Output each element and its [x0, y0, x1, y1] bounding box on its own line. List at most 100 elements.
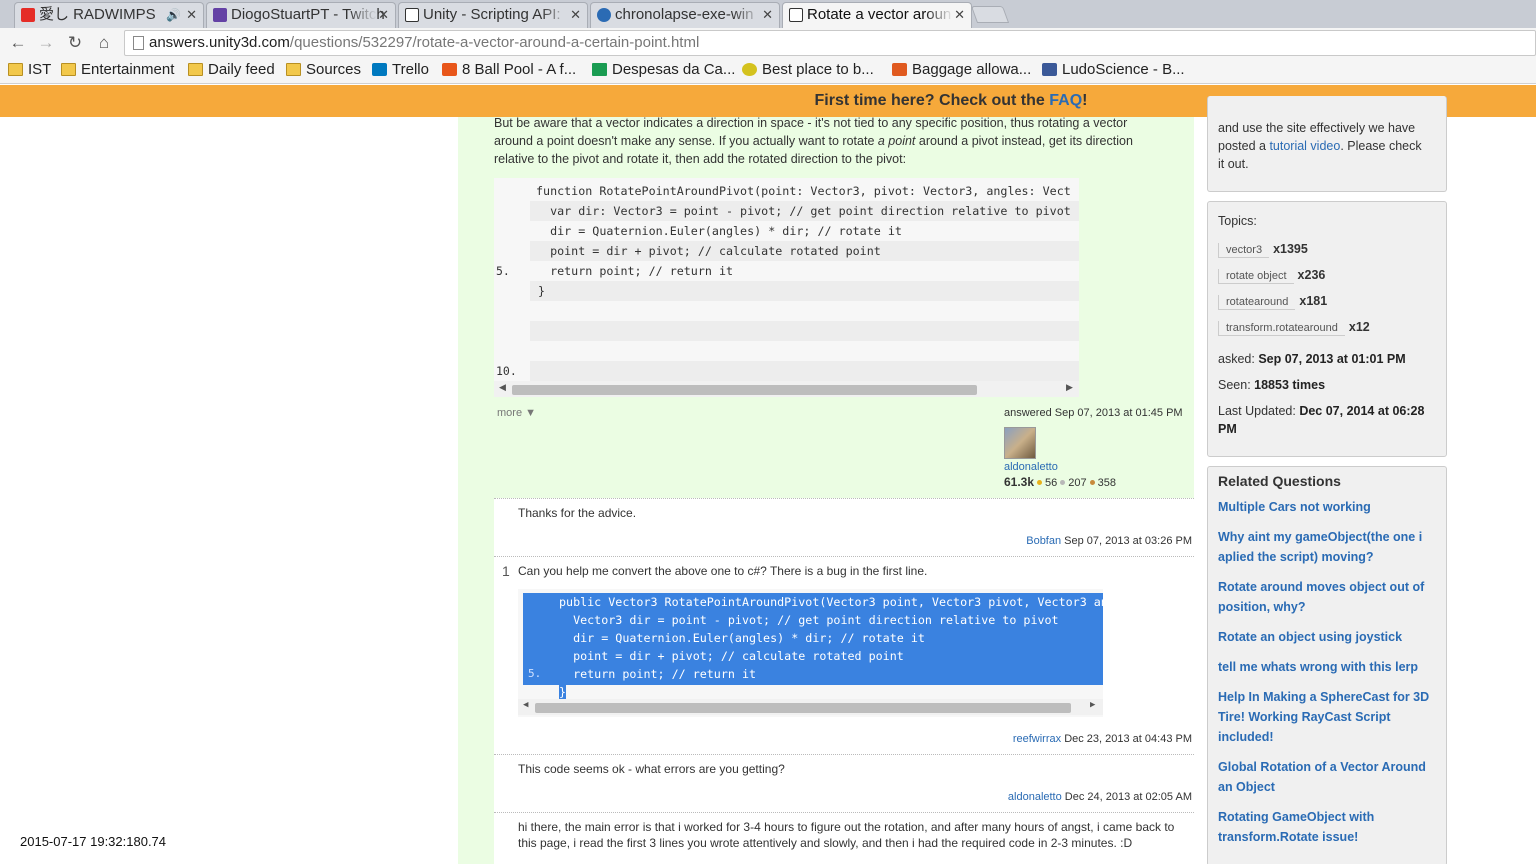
- tutorial-video-link[interactable]: tutorial video: [1269, 139, 1340, 153]
- related-question-link[interactable]: Why aint my gameObject(the one i aplied …: [1218, 527, 1440, 567]
- comment-user-link[interactable]: Bobfan: [1026, 535, 1061, 547]
- bookmark-daily-feed[interactable]: Daily feed: [188, 61, 275, 78]
- sidebar-welcome-box: and use the site effectively we have pos…: [1207, 96, 1447, 192]
- avatar[interactable]: [1004, 427, 1036, 459]
- bookmark-despesas[interactable]: Despesas da Ca...: [592, 61, 735, 78]
- bookmark-sources[interactable]: Sources: [286, 61, 361, 78]
- close-tab-icon[interactable]: ✕: [186, 3, 197, 27]
- sidebar-topics-box: Topics: vector3 x1395 rotate object x236 r…: [1207, 201, 1447, 457]
- youtube-icon: [21, 8, 35, 22]
- related-question-link[interactable]: Global Rotation of a Vector Around an Ob…: [1218, 757, 1440, 797]
- bookmark-best-place[interactable]: Best place to b...: [742, 61, 874, 78]
- address-bar[interactable]: answers.unity3d.com/questions/532297/rot…: [124, 30, 1536, 56]
- topic-row: transform.rotatearound x12: [1218, 320, 1370, 340]
- faq-link[interactable]: FAQ: [1049, 92, 1082, 109]
- code-line: }: [559, 685, 567, 699]
- answer-user-link[interactable]: aldonaletto: [1004, 461, 1058, 473]
- overlay-timestamp: 2015-07-17 19:32:180.74: [20, 834, 167, 849]
- tab-chronolapse[interactable]: chronolapse-exe-win ✕: [590, 2, 780, 28]
- topic-row: rotatearound x181: [1218, 294, 1327, 314]
- tab-rotate-vector[interactable]: Rotate a vector aroun ✕: [782, 2, 972, 28]
- twitch-icon: [213, 8, 227, 22]
- folder-icon: [286, 63, 301, 76]
- tab-unity-scripting[interactable]: Unity - Scripting API: ✕: [398, 2, 588, 28]
- comment-user-link[interactable]: reefwirrax: [1013, 733, 1061, 745]
- line-number: 5.: [496, 264, 510, 278]
- tab-radwimps[interactable]: 愛し RADWIMPS 🔊 ✕: [14, 2, 204, 28]
- code-line: dir = Quaternion.Euler(angles) * dir; //…: [559, 631, 925, 645]
- seen-info: Seen: 18853 times: [1218, 378, 1326, 392]
- code-block: 5. 10. function RotatePointAroundPivot(p…: [494, 178, 1079, 397]
- bronze-badge-icon: [1089, 480, 1095, 485]
- tag-vector3[interactable]: vector3: [1218, 243, 1270, 258]
- asked-info: asked: Sep 07, 2013 at 01:01 PM: [1218, 352, 1406, 366]
- answer-text: But be aware that a vector indicates a d…: [494, 116, 1133, 166]
- back-arrow-icon[interactable]: ←: [6, 31, 30, 55]
- related-question-link[interactable]: tell me whats wrong with this lerp: [1218, 657, 1440, 677]
- tab-strip: 愛し RADWIMPS 🔊 ✕ DiogoStuartPT - Twitch ✕…: [0, 0, 1536, 28]
- url-text[interactable]: answers.unity3d.com/questions/532297/rot…: [149, 34, 699, 51]
- tab-twitch[interactable]: DiogoStuartPT - Twitch ✕: [206, 2, 396, 28]
- answered-info: answered Sep 07, 2013 at 01:45 PM: [1004, 407, 1183, 419]
- sourceforge-icon: [597, 8, 611, 22]
- bookmark-baggage[interactable]: Baggage allowa...: [892, 61, 1031, 78]
- related-question-link[interactable]: Rotate around moves object out of positi…: [1218, 577, 1440, 617]
- comment-code-block: 5. public Vector3 RotatePointAroundPivot…: [518, 589, 1103, 717]
- close-tab-icon[interactable]: ✕: [378, 3, 389, 27]
- bookmark-entertainment[interactable]: Entertainment: [61, 61, 174, 78]
- tag-rotatearound[interactable]: rotatearound: [1218, 295, 1296, 310]
- forward-arrow-icon[interactable]: →: [34, 31, 58, 55]
- related-question-link[interactable]: Help In Making a SphereCast for 3D Tire!…: [1218, 687, 1440, 747]
- bookmark-8-ball-pool[interactable]: 8 Ball Pool - A f...: [442, 61, 576, 78]
- related-questions-box: Related Questions Multiple Cars not work…: [1207, 466, 1447, 864]
- smiley-icon: [742, 63, 757, 76]
- comments-list: Thanks for the advice. Bobfan Sep 07, 20…: [494, 498, 1194, 864]
- bookmarks-bar: IST Entertainment Daily feed Sources Tre…: [0, 58, 1536, 84]
- home-icon[interactable]: ⌂: [92, 31, 116, 55]
- last-updated-info: Last Updated: Dec 07, 2014 at 06:28 PM: [1218, 404, 1425, 436]
- folder-icon: [8, 63, 23, 76]
- related-question-link[interactable]: Rotating GameObject with transform.Rotat…: [1218, 807, 1440, 847]
- comment: Thanks for the advice. Bobfan Sep 07, 20…: [494, 498, 1194, 555]
- bookmark-ludoscience[interactable]: LudoScience - B...: [1042, 61, 1185, 78]
- bookmark-trello[interactable]: Trello: [372, 61, 429, 78]
- line-number: 10.: [496, 364, 517, 378]
- code-horizontal-scrollbar[interactable]: ◀ ▶: [518, 699, 1103, 715]
- unity-icon: [405, 8, 419, 22]
- code-line: point = dir + pivot; // calculate rotate…: [536, 244, 881, 258]
- scrollbar-thumb[interactable]: [535, 703, 1071, 713]
- bookmark-ist[interactable]: IST: [8, 61, 51, 78]
- page-icon: [133, 36, 144, 50]
- scroll-left-arrow-icon[interactable]: ◀: [499, 382, 506, 393]
- related-question-link[interactable]: Rotate an object using joystick: [1218, 627, 1440, 647]
- more-dropdown[interactable]: more ▼: [497, 407, 536, 419]
- scroll-right-arrow-icon[interactable]: ▶: [1090, 700, 1095, 710]
- code-line: Vector3 dir = point - pivot; // get poin…: [559, 613, 1059, 627]
- close-tab-icon[interactable]: ✕: [954, 3, 965, 27]
- speaker-icon[interactable]: 🔊: [163, 3, 181, 27]
- comment-user-link[interactable]: aldonaletto: [1008, 791, 1062, 803]
- code-line: return point; // return it: [559, 667, 757, 681]
- tag-rotate-object[interactable]: rotate object: [1218, 269, 1294, 284]
- new-tab-button[interactable]: [970, 6, 1010, 23]
- code-line: point = dir + pivot; // calculate rotate…: [559, 649, 904, 663]
- code-horizontal-scrollbar[interactable]: ◀ ▶: [494, 381, 1079, 397]
- unity-icon: [789, 8, 803, 22]
- topic-row: rotate object x236: [1218, 268, 1325, 288]
- tab-title: Unity - Scripting API:: [423, 6, 561, 23]
- trello-icon: [372, 63, 387, 76]
- tag-transform-rotatearound[interactable]: transform.rotatearound: [1218, 321, 1345, 336]
- code-line: return point; // return it: [536, 264, 734, 278]
- user-reputation: 61.3k 56 207 358: [1004, 475, 1116, 489]
- answer-body: But be aware that a vector indicates a d…: [458, 116, 1194, 864]
- folder-icon: [188, 63, 203, 76]
- close-tab-icon[interactable]: ✕: [762, 3, 773, 27]
- close-tab-icon[interactable]: ✕: [570, 3, 581, 27]
- scroll-right-arrow-icon[interactable]: ▶: [1066, 382, 1073, 393]
- scrollbar-thumb[interactable]: [512, 385, 977, 395]
- related-question-link[interactable]: Multiple Cars not working: [1218, 497, 1440, 517]
- sheets-icon: [592, 63, 607, 76]
- code-line: function RotatePointAroundPivot(point: V…: [536, 184, 1071, 198]
- reload-icon[interactable]: ↻: [63, 31, 87, 55]
- scroll-left-arrow-icon[interactable]: ◀: [523, 700, 528, 710]
